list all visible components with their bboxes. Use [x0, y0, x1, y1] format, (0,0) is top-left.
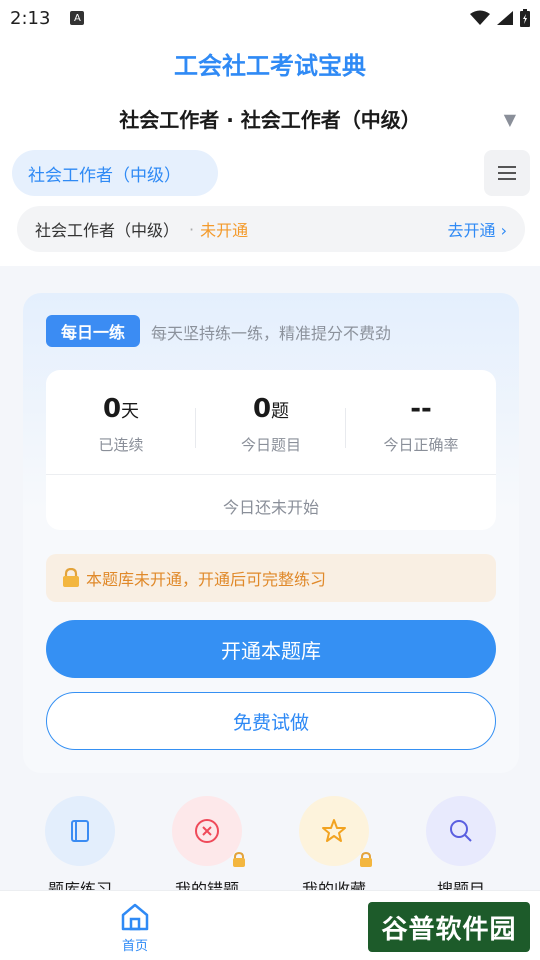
quick-action-favorites[interactable]: 我的收藏	[279, 796, 389, 900]
hamburger-icon	[498, 166, 516, 180]
close-circle-icon	[195, 819, 219, 843]
dropdown-arrow-icon[interactable]: ▼	[504, 110, 516, 129]
status-time: 2:13	[10, 7, 51, 29]
signal-icon	[497, 11, 513, 25]
stat-value: 0题	[196, 394, 346, 424]
app-title: 工会社工考试宝典	[174, 52, 366, 80]
stat-streak: 0天 已连续	[46, 394, 196, 455]
lock-notice: 本题库未开通，开通后可完整练习	[46, 554, 496, 602]
quick-action-practice[interactable]: 题库练习	[25, 796, 135, 900]
stats-note: 今日还未开始	[222, 498, 319, 517]
stat-label: 已连续	[98, 436, 144, 454]
daily-tag: 每日一练	[46, 315, 140, 347]
exam-selector[interactable]: 社会工作者 · 社会工作者（中级）	[0, 104, 540, 133]
header: 工会社工考试宝典 社会工作者 · 社会工作者（中级） ▼ 社会工作者（中级） 社…	[0, 36, 540, 266]
stat-accuracy: -- 今日正确率	[346, 394, 496, 455]
level-chip[interactable]: 社会工作者（中级）	[12, 150, 218, 196]
lock-icon	[62, 568, 80, 588]
activate-link[interactable]: 去开通 ›	[448, 217, 508, 241]
stat-unit: 题	[271, 401, 290, 422]
strip-exam-name: 社会工作者（中级）	[35, 221, 180, 240]
book-icon	[71, 820, 89, 842]
quick-action-search[interactable]: 搜题目	[406, 796, 516, 900]
free-trial-button[interactable]: 免费试做	[46, 692, 496, 750]
watermark-logo: 谷普软件园	[368, 902, 530, 952]
stat-value: --	[346, 394, 496, 424]
subscription-strip: 社会工作者（中级） · 未开通 去开通 ›	[17, 206, 525, 252]
stat-number: 0	[252, 394, 272, 424]
battery-icon	[520, 9, 530, 27]
stat-label: 今日正确率	[383, 436, 459, 454]
stat-unit: 天	[121, 401, 140, 422]
status-icons	[470, 9, 530, 27]
lock-notice-text: 本题库未开通，开通后可完整练习	[86, 570, 327, 589]
daily-description: 每天坚持练一练，精准提分不费劲	[151, 324, 392, 343]
daily-practice-card: 每日一练 每天坚持练一练，精准提分不费劲 0天 已连续 0题 今日题目 -- 今…	[23, 293, 519, 773]
tab-home-label: 首页	[121, 939, 148, 954]
tab-home[interactable]: 首页	[100, 903, 170, 954]
quick-circle	[426, 796, 496, 866]
quick-circle	[172, 796, 245, 867]
stat-today-questions: 0题 今日题目	[196, 394, 346, 455]
strip-separator: ·	[189, 219, 195, 239]
home-icon	[121, 903, 149, 931]
lock-icon	[232, 852, 246, 868]
stat-number: --	[410, 394, 432, 424]
quick-circle	[45, 796, 115, 866]
stat-number: 0	[102, 394, 122, 424]
wifi-icon	[470, 10, 490, 25]
divider	[46, 474, 496, 475]
stats-box: 0天 已连续 0题 今日题目 -- 今日正确率 今日还未开始	[46, 370, 496, 530]
stat-label: 今日题目	[240, 436, 301, 454]
lock-icon	[359, 852, 373, 868]
search-icon	[450, 820, 472, 842]
star-icon	[322, 819, 346, 842]
quick-circle	[299, 796, 372, 867]
strip-state: 未开通	[200, 221, 249, 240]
menu-button[interactable]	[484, 150, 530, 196]
activate-bank-button[interactable]: 开通本题库	[46, 620, 496, 678]
stat-value: 0天	[46, 394, 196, 424]
status-bar: 2:13 A	[0, 0, 540, 36]
quick-action-wrong[interactable]: 我的错题	[152, 796, 262, 900]
notification-icon: A	[70, 11, 85, 25]
